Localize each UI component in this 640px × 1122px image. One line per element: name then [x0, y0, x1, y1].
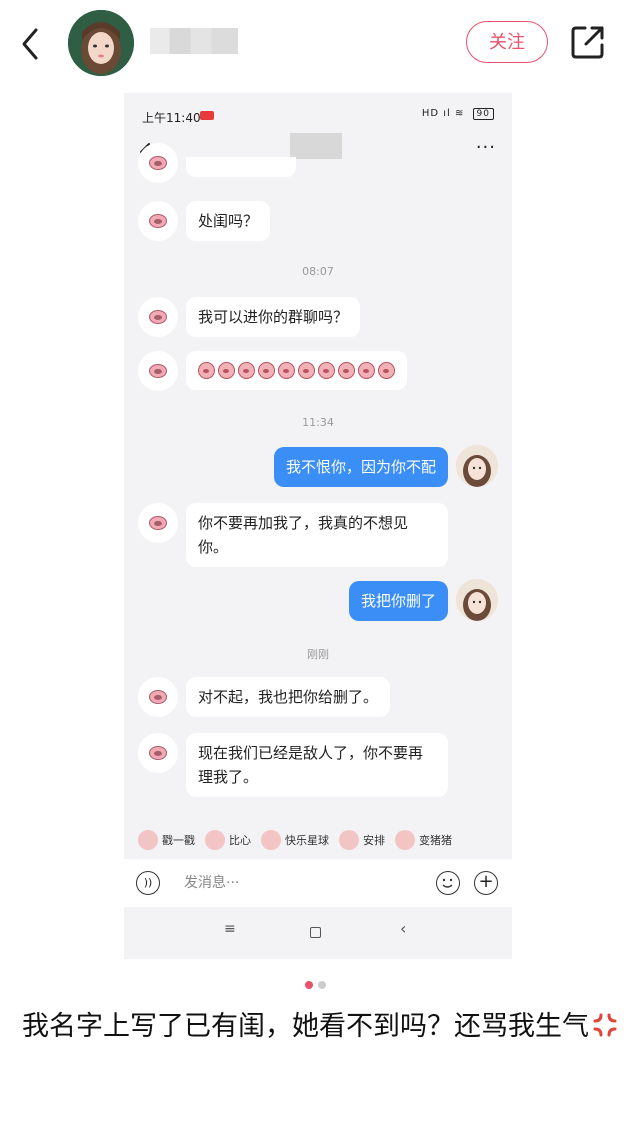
my-avatar: [456, 579, 498, 621]
carousel-dot[interactable]: [318, 981, 326, 989]
timestamp: 11:34: [302, 416, 334, 429]
pig-emoji-icon: [298, 362, 315, 379]
friend-avatar-pig-icon: [138, 297, 178, 337]
status-time: 上午11:40: [142, 111, 201, 125]
friend-avatar-pig-icon: [138, 677, 178, 717]
quick-action-label: 变猪猪: [419, 834, 452, 847]
my-avatar: [456, 445, 498, 487]
chat-screenshot[interactable]: 上午11:40 HD ıl ≋ 90 ··· 处闺吗？ 08:07 我可以进你的…: [124, 93, 512, 959]
message-bubble-outgoing: 我不恨你，因为你不配: [273, 447, 448, 487]
friend-avatar-pig-icon: [138, 201, 178, 241]
chevron-left-icon: [22, 28, 38, 60]
friend-avatar-pig-icon: [138, 733, 178, 773]
quick-action[interactable]: 安排: [339, 823, 385, 857]
message-bubble-outgoing: 我把你删了: [348, 581, 448, 621]
pig-emoji-icon: [198, 362, 215, 379]
message-input[interactable]: 发消息···: [172, 867, 426, 899]
message-bubble: 现在我们已经是敌人了，你不要再理我了。: [186, 733, 448, 797]
more-icon: ···: [475, 137, 496, 158]
anger-icon: [591, 1009, 619, 1037]
my-avatar-image: [456, 445, 498, 487]
pig-icon: [395, 830, 415, 850]
emoji-icon[interactable]: [436, 871, 460, 895]
pig-emoji-icon: [318, 362, 335, 379]
pig-emoji-icon: [258, 362, 275, 379]
quick-action[interactable]: 变猪猪: [395, 823, 452, 857]
timestamp: 08:07: [302, 265, 334, 278]
pig-emoji-icon: [358, 362, 375, 379]
quick-action-label: 安排: [363, 834, 385, 847]
signal-wifi-icons: HD ıl ≋: [421, 108, 465, 119]
pig-emoji-icon: [238, 362, 255, 379]
carousel-indicator: [305, 974, 331, 993]
message-bubble: 对不起，我也把你给删了。: [186, 677, 391, 717]
message-bubble: 我可以进你的群聊吗？: [186, 297, 361, 337]
my-avatar-image: [456, 579, 498, 621]
recording-indicator: [200, 111, 214, 120]
friend-avatar-pig-icon: [138, 503, 178, 543]
nav-back-icon: ‹: [400, 919, 407, 938]
post-caption: 我名字上写了已有闺，她看不到吗？还骂我生气: [22, 1005, 622, 1049]
quick-action-label: 戳一戳: [162, 834, 195, 847]
message-bubble: 你不要再加我了，我真的不想见你。: [186, 503, 448, 567]
battery-icon: 90: [472, 108, 494, 120]
share-icon: [571, 26, 604, 59]
pig-sticker-row: [198, 362, 395, 379]
menu-icon: ≡: [224, 921, 236, 937]
carousel-dot-active[interactable]: [305, 981, 313, 989]
smiley-icon: [442, 878, 453, 888]
friend-avatar-pig-icon: [138, 143, 178, 183]
friend-avatar-pig-icon: [138, 351, 178, 391]
timestamp: 刚刚: [307, 648, 329, 661]
pig-emoji-icon: [338, 362, 355, 379]
quick-action[interactable]: 戳一戳: [138, 823, 195, 857]
follow-button[interactable]: 关注: [466, 21, 548, 63]
author-avatar[interactable]: [68, 10, 134, 76]
message-input-bar: )) 发消息··· +: [124, 859, 512, 907]
top-bar: 关注: [0, 0, 640, 90]
pig-emoji-icon: [218, 362, 235, 379]
quick-action[interactable]: 比心: [205, 823, 251, 857]
quick-action-label: 比心: [229, 834, 251, 847]
quick-action-label: 快乐星球: [285, 834, 329, 847]
pig-emoji-icon: [278, 362, 295, 379]
planet-icon: [261, 830, 281, 850]
caption-text: 我名字上写了已有闺，她看不到吗？还骂我生气: [22, 1011, 589, 1042]
quick-actions-row: 戳一戳 比心 快乐星球 安排 变猪猪: [124, 823, 512, 857]
message-bubble: 处闺吗？: [186, 201, 271, 241]
voice-icon[interactable]: )): [136, 871, 160, 895]
poke-icon: [138, 830, 158, 850]
status-bar: 上午11:40 HD ıl ≋ 90: [124, 93, 512, 135]
pig-emoji-icon: [378, 362, 395, 379]
chat-header: ···: [124, 133, 512, 173]
system-nav-bar: ≡ ‹: [124, 907, 512, 959]
back-button[interactable]: [14, 22, 50, 66]
avatar-image: [68, 10, 134, 76]
arrange-icon: [339, 830, 359, 850]
plus-icon[interactable]: +: [474, 871, 498, 895]
chat-contact-name-blurred: [290, 133, 342, 159]
sticker-bubble: [186, 351, 407, 390]
status-icons: HD ıl ≋ 90: [422, 108, 494, 120]
home-icon: [310, 927, 321, 938]
quick-action[interactable]: 快乐星球: [261, 823, 329, 857]
message-bubble-cut: [186, 157, 296, 177]
author-name-blurred: [150, 28, 238, 54]
share-button[interactable]: [568, 22, 608, 62]
heart-icon: [205, 830, 225, 850]
